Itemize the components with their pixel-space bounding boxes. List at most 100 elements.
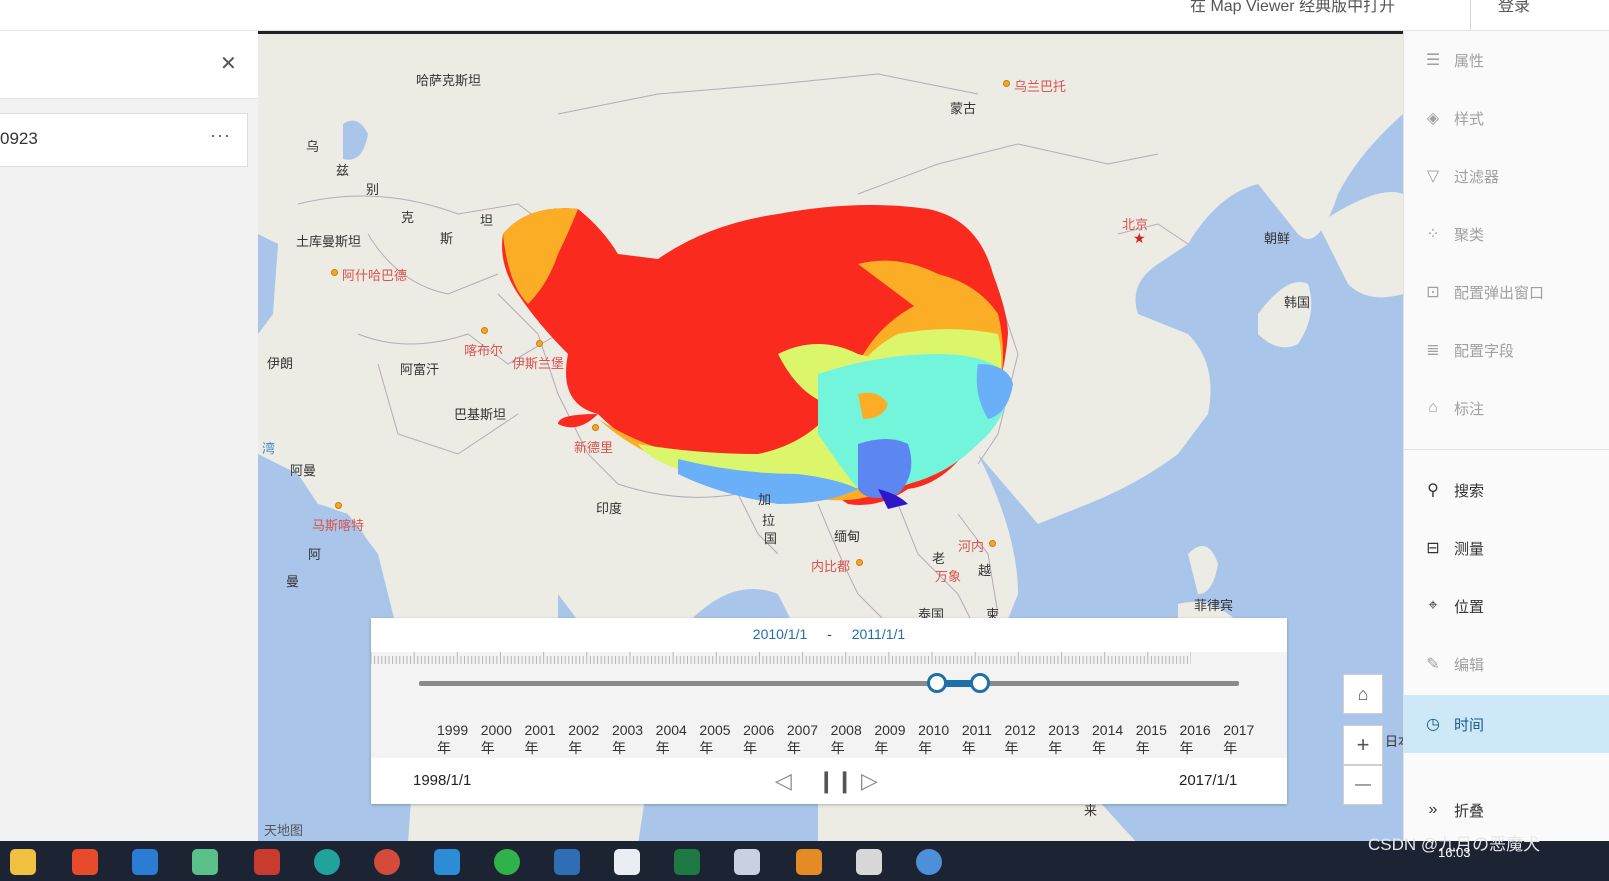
location-icon: ⌖: [1428, 597, 1438, 614]
time-range-display: 2010/1/1 - 2011/1/1: [371, 626, 1287, 642]
app-icon[interactable]: [192, 849, 218, 875]
layer-list-item[interactable]: 0923 ···: [0, 113, 248, 167]
year-label: 2010年: [918, 722, 950, 756]
toolbar-item-label: 配置弹出窗口: [1454, 284, 1545, 302]
map-label: 万象: [935, 569, 962, 584]
toolbar-item-label: 样式: [1454, 110, 1485, 128]
taskbar-clock: 16:03: [1438, 845, 1471, 860]
slider-end-thumb[interactable]: [969, 673, 990, 693]
toolbar-item-filter[interactable]: ▽ 过滤器: [1404, 147, 1609, 205]
toolbar-item-time[interactable]: ◷ 时间: [1404, 695, 1609, 753]
app-icon[interactable]: [734, 849, 760, 875]
city-marker: [989, 540, 996, 547]
map-label: 印度: [596, 501, 623, 516]
map-label: 别: [366, 182, 380, 197]
toolbar-item-location[interactable]: ⌖ 位置: [1404, 577, 1609, 635]
map-label: 缅甸: [834, 529, 861, 544]
city-marker: [536, 340, 543, 347]
pause-icon[interactable]: ❙❙: [817, 768, 854, 794]
clock-icon: ◷: [1426, 716, 1440, 733]
map-attribution: 天地图: [264, 823, 304, 838]
year-label: 2005年: [699, 722, 731, 756]
top-header: 在 Map Viewer 经典版中打开 登录: [0, 0, 1609, 31]
map-label: 湾: [262, 441, 276, 456]
city-marker: [331, 269, 338, 276]
toolbar-item-label: 编辑: [1454, 656, 1485, 674]
header-divider: [1470, 0, 1471, 31]
toolbar-item-label: 配置字段: [1454, 342, 1515, 360]
map-label: 韩国: [1284, 295, 1311, 310]
previous-icon[interactable]: ◁: [775, 768, 792, 794]
toolbar-item-cluster[interactable]: ⁘ 聚类: [1404, 205, 1609, 263]
toolbar-item-search[interactable]: ⚲ 搜索: [1404, 461, 1609, 519]
home-icon: ⌂: [1357, 683, 1369, 704]
app-icon[interactable]: [554, 849, 580, 875]
toolbar-item-label: 过滤器: [1454, 168, 1500, 186]
toolbar-item-configure-popup[interactable]: ⊡ 配置弹出窗口: [1404, 263, 1609, 321]
map-view[interactable]: 哈萨克斯坦 蒙古 乌兰巴托 乌 兹 别 克 斯 坦 土库曼斯坦 阿什哈巴德 北京…: [258, 31, 1403, 841]
map-label: 喀布尔: [464, 343, 504, 358]
app-icon[interactable]: [72, 849, 98, 875]
toolbar-item-properties[interactable]: ☰ 属性: [1404, 31, 1609, 89]
app-icon[interactable]: [434, 849, 460, 875]
year-label: 2000年: [480, 722, 512, 756]
map-label: 阿富汗: [400, 362, 440, 377]
map-label: 伊斯兰堡: [512, 356, 565, 371]
popup-icon: ⊡: [1426, 284, 1440, 301]
map-label: 乌: [306, 139, 320, 154]
toolbar-item-edit[interactable]: ✎ 编辑: [1404, 635, 1609, 693]
year-label: 2013年: [1048, 722, 1080, 756]
toolbar-item-label: 搜索: [1454, 482, 1485, 500]
city-marker: [856, 559, 863, 566]
more-options-button[interactable]: ···: [210, 125, 231, 146]
year-label: 2015年: [1135, 722, 1167, 756]
map-label: 加: [758, 492, 772, 507]
app-icon[interactable]: [856, 849, 882, 875]
file-explorer-icon[interactable]: [10, 849, 36, 875]
map-label: 蒙古: [950, 101, 977, 116]
close-icon[interactable]: ✕: [220, 51, 237, 76]
map-label: 伊朗: [267, 356, 294, 371]
login-button[interactable]: 登录: [1498, 0, 1530, 16]
map-label: 乌兰巴托: [1014, 79, 1067, 94]
wechat-icon[interactable]: [494, 849, 520, 875]
browser-icon[interactable]: [314, 849, 340, 875]
year-label: 2007年: [786, 722, 819, 756]
zoom-in-button[interactable]: +: [1343, 725, 1383, 765]
toolbar-item-configure-fields[interactable]: ≣ 配置字段: [1404, 321, 1609, 379]
range-end-date: 2011/1/1: [851, 626, 906, 642]
slider-track[interactable]: [419, 681, 1239, 686]
app-icon[interactable]: [796, 849, 822, 875]
app-icon[interactable]: [132, 849, 158, 875]
open-in-classic-link[interactable]: 在 Map Viewer 经典版中打开: [1190, 0, 1395, 16]
map-label: 国: [764, 531, 778, 546]
year-label: 2017年: [1223, 722, 1255, 756]
chrome-icon[interactable]: [374, 849, 400, 875]
toolbar-item-label: 测量: [1454, 540, 1485, 558]
next-icon[interactable]: ▷: [861, 768, 878, 794]
toolbar-divider: [1404, 449, 1609, 450]
slider-start-thumb[interactable]: [927, 673, 948, 693]
year-label: 2009年: [874, 722, 906, 756]
toolbar-item-measure[interactable]: ⊟ 测量: [1404, 519, 1609, 577]
toolbar-item-label: 标注: [1454, 400, 1485, 418]
app-icon[interactable]: [916, 849, 942, 875]
app-icon[interactable]: [614, 849, 640, 875]
cluster-icon: ⁘: [1426, 226, 1440, 243]
measure-icon: ⊟: [1426, 540, 1440, 557]
home-button[interactable]: ⌂: [1343, 674, 1383, 714]
toolbar-item-style[interactable]: ◈ 样式: [1404, 89, 1609, 147]
map-label: 马斯喀特: [312, 518, 365, 533]
capital-star-icon: ★: [1133, 230, 1146, 246]
zoom-out-button[interactable]: —: [1343, 765, 1383, 805]
excel-icon[interactable]: [674, 849, 700, 875]
map-label: 曼: [286, 574, 300, 589]
toolbar-item-labels[interactable]: ⌂ 标注: [1404, 379, 1609, 437]
map-label: 阿什哈巴德: [342, 268, 408, 283]
map-label: 越: [978, 563, 992, 578]
right-toolbar: ☰ 属性 ◈ 样式 ▽ 过滤器 ⁘ 聚类 ⊡ 配置弹出窗口 ≣ 配置字段 ⌂ 标…: [1403, 31, 1609, 841]
map-label: 坦: [480, 213, 494, 228]
map-label: 斯: [440, 231, 454, 246]
collapse-icon: »: [1428, 801, 1438, 818]
app-icon[interactable]: [254, 849, 280, 875]
